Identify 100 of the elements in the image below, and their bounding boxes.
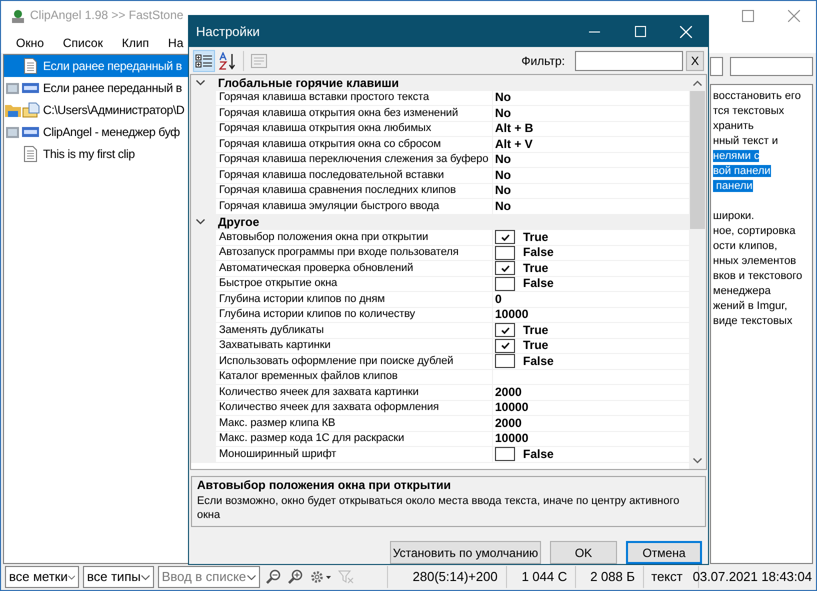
property-value: False [523, 354, 554, 368]
property-name: Моноширинный шрифт [219, 448, 336, 461]
checkbox[interactable] [495, 354, 515, 368]
preview-text: нелями с [713, 150, 760, 162]
settings-icon[interactable] [310, 570, 332, 584]
chevron-down-icon[interactable] [196, 80, 205, 86]
checkbox[interactable] [495, 246, 515, 260]
filter-field[interactable] [575, 50, 683, 70]
category-header[interactable]: Другое [191, 214, 689, 230]
preview-text: нных элементов [713, 255, 796, 267]
property-row[interactable]: Каталог временных файлов клипов [191, 370, 689, 385]
property-name: Автовыбор положения окна при открытии [219, 230, 428, 244]
html-file-icon [6, 80, 39, 96]
property-row[interactable]: Количество ячеек для захвата оформления 10000 [191, 400, 689, 416]
property-name: Горячая клавиша открытия окна любимых [219, 122, 432, 136]
view-button[interactable] [193, 50, 215, 72]
property-row[interactable]: Заменять дубликаты True [191, 323, 689, 338]
property-row[interactable]: Моноширинный шрифт False [191, 447, 689, 462]
scrollbar[interactable] [689, 75, 706, 469]
clip-item[interactable]: This is my first clip [4, 143, 188, 165]
clip-item[interactable]: Если ранее переданный в [4, 55, 188, 77]
property-name: Количество ячеек для захвата картинки [219, 386, 419, 399]
dialog-button[interactable]: Отмена [626, 541, 702, 564]
checkbox[interactable] [495, 230, 515, 244]
scroll-down-icon[interactable] [693, 458, 702, 464]
property-row[interactable]: Автовыбор положения окна при открытии True [191, 230, 689, 246]
property-row[interactable]: Автоматическая проверка обновлений True [191, 261, 689, 276]
clip-item[interactable]: Если ранее переданный в [4, 77, 188, 99]
status-text: 03.07.2021 18:43:04 [692, 568, 812, 586]
property-row[interactable]: Макс. размер клипа КВ 2000 [191, 416, 689, 432]
property-name: Глубина истории клипов по количеству [219, 308, 416, 322]
document-icon [24, 146, 37, 162]
category-header[interactable]: Глобальные горячие клавиши [191, 75, 689, 90]
preview-text: виде текстовых [713, 315, 792, 327]
property-name: Макс. размер кода 1С для раскраски [219, 432, 404, 446]
input-field[interactable] [710, 57, 723, 76]
chevron-down-icon[interactable] [196, 219, 205, 226]
dialog-button[interactable]: OK [550, 541, 617, 564]
menu-item[interactable]: Список [62, 34, 103, 52]
description-title: Автовыбор положения окна при открытии [197, 478, 452, 493]
preview-text: жений в Imgur, [713, 300, 788, 312]
property-name: Каталог временных файлов клипов [219, 370, 398, 384]
property-value: 0 [495, 292, 502, 306]
property-value: True [523, 339, 548, 352]
property-row[interactable]: Быстрое открытие окна False [191, 276, 689, 292]
dialog-button[interactable]: Установить по умолчанию [390, 541, 541, 564]
menu-item[interactable]: Клип [122, 34, 150, 52]
checkbox[interactable] [495, 447, 515, 462]
property-row[interactable]: Горячая клавиша сравнения последних клипов No [191, 184, 689, 199]
property-value: Alt + B [495, 122, 534, 136]
window-title: ClipAngel 1.98 >> FastStone [30, 8, 184, 23]
zoom-in-icon[interactable] [288, 569, 304, 585]
filter-dropdown[interactable]: все типы [83, 566, 154, 588]
sort-az-icon [219, 52, 237, 70]
property-value: 10000 [495, 308, 528, 322]
menu-item[interactable]: На [168, 34, 184, 52]
checkbox[interactable] [495, 323, 515, 338]
property-row[interactable]: Использовать оформление при поиске дублей False [191, 354, 689, 370]
property-row[interactable]: Горячая клавиша эмуляции быстрого ввода No [191, 199, 689, 214]
property-row[interactable]: Захватывать картинки True [191, 338, 689, 354]
input-field[interactable] [730, 57, 813, 76]
clip-item[interactable]: C:\Users\Администратор\D [4, 99, 188, 121]
property-row[interactable]: Количество ячеек для захвата картинки 2000 [191, 385, 689, 400]
checkbox[interactable] [495, 261, 515, 276]
property-row[interactable]: Автозапуск программы при входе пользователя False [191, 246, 689, 261]
zoom-out-icon[interactable] [266, 569, 282, 585]
property-row[interactable]: Горячая клавиша переключения слежения за буферо No [191, 152, 689, 168]
scroll-up-icon[interactable] [693, 80, 702, 86]
scroll-thumb[interactable] [690, 91, 705, 229]
property-row[interactable]: Горячая клавиша вставки простого текста No [191, 90, 689, 106]
property-row[interactable]: Макс. размер кода 1С для раскраски 10000 [191, 432, 689, 447]
property-name: Макс. размер клипа КВ [219, 416, 336, 430]
property-row[interactable]: Горячая клавиша открытия окна любимых Alt + B [191, 122, 689, 137]
property-value: No [495, 200, 511, 213]
search-field[interactable]: Ввод в списке [158, 566, 260, 588]
menu-item[interactable]: Окно [16, 34, 44, 52]
preview-text: вков и текстового [713, 270, 802, 282]
property-name: Горячая клавиша открытия окна со сбросом [219, 138, 441, 151]
property-value: False [523, 246, 554, 260]
property-value: No [495, 153, 511, 166]
checkbox[interactable] [495, 276, 515, 291]
property-value: True [523, 230, 548, 244]
property-value: No [495, 184, 511, 198]
property-row[interactable]: Горячая клавиша открытия окна без изменений No [191, 106, 689, 122]
property-name: Быстрое открытие окна [219, 277, 338, 290]
category-label: Глобальные горячие клавиши [218, 75, 399, 92]
clear-filter-button[interactable]: X [686, 50, 704, 70]
checkmark-icon [500, 234, 510, 241]
preview-text: хранить [713, 120, 754, 132]
property-value: 10000 [495, 432, 528, 446]
checkbox[interactable] [495, 338, 515, 353]
clip-item[interactable]: ClipAngel - менеджер буф [4, 121, 188, 143]
property-row[interactable]: Глубина истории клипов по дням 0 [191, 292, 689, 308]
property-row[interactable]: Горячая клавиша открытия окна со сбросом Alt + V [191, 137, 689, 152]
property-row[interactable]: Горячая клавиша последовательной вставки No [191, 168, 689, 184]
filter-dropdown[interactable]: все метки [5, 566, 79, 588]
filter-label: Фильтр: [521, 52, 565, 70]
category-label: Другое [218, 214, 260, 232]
property-row[interactable]: Глубина истории клипов по количеству 10000 [191, 308, 689, 323]
property-name: Автозапуск программы при входе пользователя [219, 246, 459, 260]
